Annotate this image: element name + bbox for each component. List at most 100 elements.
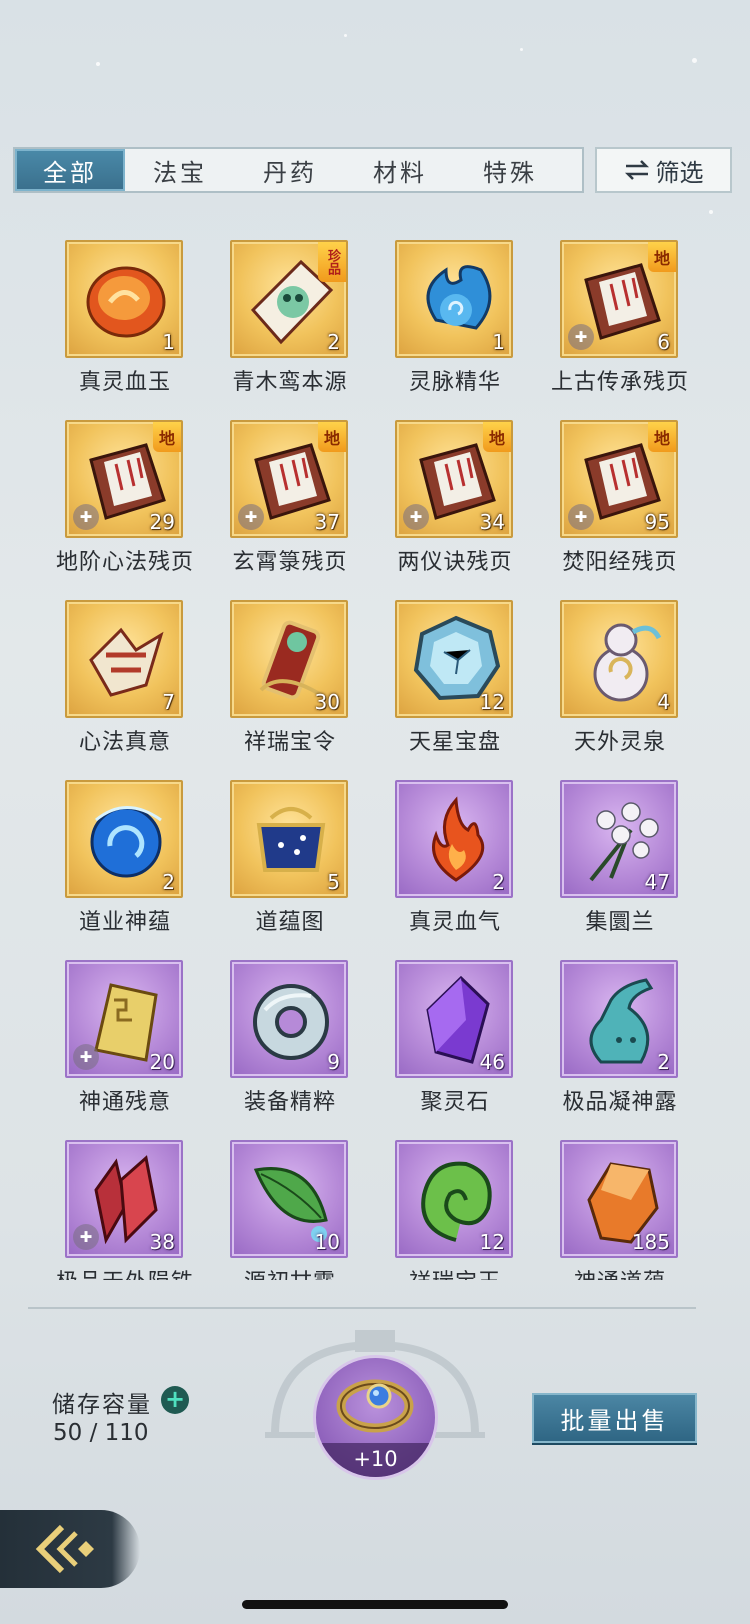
equipment-ring-button[interactable]: +10 [313,1355,438,1480]
inventory-item[interactable]: 地 ✚ 95 焚阳经残页 [535,420,700,590]
item-slot[interactable]: ✚ 20 [65,960,183,1078]
item-name: 天星宝盘 [408,730,501,755]
inventory-item[interactable]: 地 ✚ 34 两仪诀残页 [370,420,535,590]
item-count: 6 [657,330,670,354]
inventory-item[interactable]: 地 ✚ 37 玄霄箓残页 [205,420,370,590]
ring-icon [336,1379,414,1433]
item-slot[interactable]: 1 [65,240,183,358]
item-slot[interactable]: 地 ✚ 6 [560,240,678,358]
inventory-item[interactable]: 2 极品凝神露 [535,960,700,1130]
item-count: 38 [149,1230,175,1254]
item-slot[interactable]: 地 ✚ 95 [560,420,678,538]
inventory-item[interactable]: ✚ 20 神通残意 [40,960,205,1130]
item-slot[interactable]: 地 ✚ 37 [230,420,348,538]
inventory-item[interactable]: 46 聚灵石 [370,960,535,1130]
item-count: 12 [479,690,505,714]
inventory-item[interactable]: 珍品 2 青木鸾本源 [205,240,370,410]
inventory-item[interactable]: 12祥瑞宝玉 [370,1140,535,1280]
swap-arrows-icon [624,160,649,180]
item-count: 12 [479,1230,505,1254]
fragment-puzzle-icon: ✚ [403,504,429,530]
inventory-item[interactable]: 5 道蕴图 [205,780,370,950]
item-count: 1 [162,330,175,354]
item-name: 两仪诀残页 [397,550,513,575]
item-slot[interactable]: 地 ✚ 29 [65,420,183,538]
fragment-puzzle-icon: ✚ [238,504,264,530]
inventory-grid: 1 真灵血玉 珍品 2 青木鸾本源 1 灵脉精华地 ✚ 6 上古传承残页地 ✚ 29 地阶心法残页地 ✚ 3… [40,240,720,1280]
fragment-puzzle-icon: ✚ [568,324,594,350]
blue-orb-icon [90,806,162,878]
inventory-item[interactable]: ✚38极品天外陨铁 [40,1140,205,1280]
inventory-item[interactable]: 地 ✚ 29 地阶心法残页 [40,420,205,590]
item-name: 灵脉精华 [408,370,501,395]
item-count: 9 [327,1050,340,1074]
item-slot[interactable]: 30 [230,600,348,718]
item-slot[interactable]: 4 [560,600,678,718]
item-name: 玄霄箓残页 [232,550,348,575]
item-slot[interactable]: 9 [230,960,348,1078]
tab-elixir[interactable]: 丹药 [235,149,345,191]
expand-storage-plus-icon[interactable]: + [161,1386,189,1414]
inventory-item[interactable]: 2 道业神蕴 [40,780,205,950]
back-button[interactable] [0,1510,140,1588]
inventory-item[interactable]: 10源初甘露 [205,1140,370,1280]
inventory-item[interactable]: 1 灵脉精华 [370,240,535,410]
item-slot[interactable]: 12 [395,600,513,718]
item-name: 聚灵石 [420,1090,490,1115]
item-count: 1 [492,330,505,354]
tab-all[interactable]: 全部 [15,149,125,191]
item-slot[interactable]: 2 [395,780,513,898]
item-slot[interactable]: 1 [395,240,513,358]
item-name: 极品凝神露 [562,1090,678,1115]
item-slot[interactable]: 47 [560,780,678,898]
inventory-item[interactable]: 地 ✚ 6 上古传承残页 [535,240,700,410]
item-slot[interactable]: 2 [560,960,678,1078]
item-count: 20 [149,1050,175,1074]
tab-treasure[interactable]: 法宝 [125,149,235,191]
item-slot[interactable]: 185 [560,1140,678,1258]
fragment-puzzle-icon: ✚ [73,504,99,530]
inventory-item[interactable]: 185神通道蕴 [535,1140,700,1280]
item-slot[interactable]: 5 [230,780,348,898]
item-name: 真灵血玉 [78,370,171,395]
blood-flame-icon [432,796,485,882]
inventory-item[interactable]: 12 天星宝盘 [370,600,535,770]
teal-vase-icon [589,978,654,1064]
item-count: 10 [314,1230,340,1254]
item-name: 神通残意 [78,1090,171,1115]
fragment-puzzle-icon: ✚ [568,504,594,530]
item-count: 2 [162,870,175,894]
item-count: 5 [327,870,340,894]
tab-material[interactable]: 材料 [345,149,455,191]
item-name: 上古传承残页 [550,370,689,395]
inventory-item[interactable]: 9 装备精粹 [205,960,370,1130]
inventory-item[interactable]: 4 天外灵泉 [535,600,700,770]
spirit-spring-gourd-icon [593,623,662,702]
item-slot[interactable]: 2 [65,780,183,898]
item-count: 4 [657,690,670,714]
item-slot[interactable]: 46 [395,960,513,1078]
item-count: 185 [631,1230,670,1254]
item-name: 地阶心法残页 [55,550,194,575]
inventory-item[interactable]: 7 心法真意 [40,600,205,770]
item-count: 29 [149,510,175,534]
item-slot[interactable]: 7 [65,600,183,718]
item-slot[interactable]: 12 [395,1140,513,1258]
filter-button[interactable]: 筛选 [595,147,732,193]
item-name: 源初甘露 [205,1264,375,1280]
item-slot[interactable]: 10 [230,1140,348,1258]
item-slot[interactable]: ✚ 38 [65,1140,183,1258]
item-name: 祥瑞宝玉 [370,1264,540,1280]
home-indicator [242,1600,508,1609]
inventory-item[interactable]: 47 集圜兰 [535,780,700,950]
inventory-item[interactable]: 1 真灵血玉 [40,240,205,410]
item-count: 46 [479,1050,505,1074]
inventory-item[interactable]: 2 真灵血气 [370,780,535,950]
tab-special[interactable]: 特殊 [455,149,565,191]
item-slot[interactable]: 地 ✚ 34 [395,420,513,538]
dao-map-icon [256,807,326,872]
item-slot[interactable]: 珍品 2 [230,240,348,358]
bulk-sell-button[interactable]: 批量出售 [532,1393,697,1443]
item-count: 7 [162,690,175,714]
inventory-item[interactable]: 30 祥瑞宝令 [205,600,370,770]
